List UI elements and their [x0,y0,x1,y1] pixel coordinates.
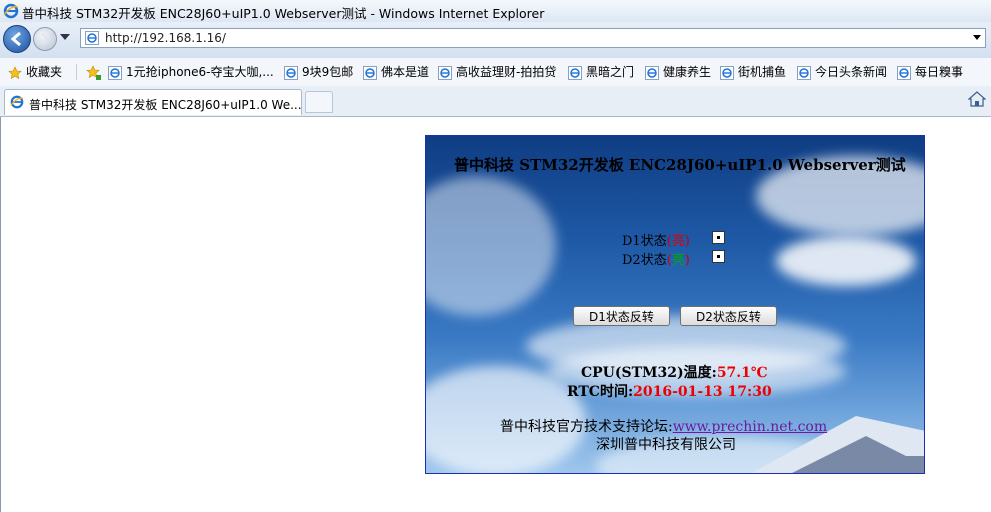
navigation-bar: http://192.168.1.16/ [0,22,991,58]
d2-state: 亮 [671,253,685,268]
ie-page-icon [363,65,377,80]
favorite-item[interactable]: 9块9包邮 [284,63,353,81]
favorite-label: 1元抢iphone6-夺宝大咖,... [126,65,274,79]
address-url[interactable]: http://192.168.1.16/ [105,31,226,45]
d2-paren-close: ) [684,253,690,268]
favorite-item[interactable]: 黑暗之门 [568,63,634,81]
d1-checkbox[interactable] [712,231,725,244]
favorite-label: 健康养生 [663,65,712,79]
d2-checkbox[interactable] [712,250,725,263]
window-title-bar: 普中科技 STM32开发板 ENC28J60+uIP1.0 Webserver测… [0,0,991,23]
page-title: 普中科技 STM32开发板 ENC28J60+uIP1.0 Webserver测… [454,156,906,174]
d1-status-label: D1状态 [622,234,667,249]
favorite-item[interactable]: 佛本是道 [363,63,429,81]
favorite-label: 9块9包邮 [302,65,354,79]
tab-active[interactable]: 普中科技 STM32开发板 ENC28J60+uIP1.0 We... [4,89,302,115]
favorite-label: 每日糗事 [915,65,964,79]
ie-page-icon [108,65,122,80]
ie-page-icon [797,65,811,80]
favorite-label: 今日头条新闻 [815,65,888,79]
favorite-item[interactable]: 街机捕鱼 [720,63,786,81]
forum-label: 普中科技官方技术支持论坛: [500,419,673,435]
history-dropdown-icon[interactable] [60,34,70,40]
favorite-item[interactable]: 高收益理财-拍拍贷 [438,63,556,81]
back-button[interactable] [3,25,31,53]
forum-line: 普中科技官方技术支持论坛:www.prechin.net.com [500,416,827,436]
d1-status: D1状态(亮) [622,230,690,249]
ie-logo-icon [3,3,19,19]
d2-status-label: D2状态 [622,253,667,268]
arrow-right-icon [41,33,50,45]
add-favorite-icon[interactable] [86,65,102,81]
toggle-d1-button[interactable]: D1状态反转 [573,306,670,326]
home-icon[interactable] [968,90,986,108]
ie-page-icon [438,65,452,80]
ie-page-icon [645,65,659,80]
page-icon [85,31,99,45]
favorite-label: 街机捕鱼 [738,65,787,79]
forum-link[interactable]: www.prechin.net.com [673,419,827,435]
ie-page-icon [897,65,911,80]
star-icon [8,65,22,79]
new-tab-button[interactable] [305,91,333,113]
tab-label: 普中科技 STM32开发板 ENC28J60+uIP1.0 We... [29,98,302,112]
company-name: 深圳普中科技有限公司 [596,437,736,453]
ie-logo-icon [10,95,24,109]
favorites-bar: 收藏夹 1元抢iphone6-夺宝大咖,... 9块9包邮 佛本是道 高收益理财… [0,58,991,87]
ie-page-icon [720,65,734,80]
favorite-label: 黑暗之门 [586,65,635,79]
favorites-divider [76,64,77,80]
toggle-d2-button[interactable]: D2状态反转 [680,306,777,326]
favorites-button[interactable]: 收藏夹 [8,63,62,81]
d2-status: D2状态(亮) [622,249,690,268]
favorite-item[interactable]: 今日头条新闻 [797,63,887,81]
webserver-panel: 普中科技 STM32开发板 ENC28J60+uIP1.0 Webserver测… [425,135,925,474]
rtc-time-value: 2016-01-13 17:30 [633,384,772,400]
favorites-label: 收藏夹 [26,65,63,79]
favorite-label: 高收益理财-拍拍贷 [456,65,557,79]
address-bar[interactable]: http://192.168.1.16/ [80,28,986,48]
favorite-item[interactable]: 每日糗事 [897,63,963,81]
tab-bar: 普中科技 STM32开发板 ENC28J60+uIP1.0 We... [0,86,991,117]
cpu-temperature: CPU(STM32)温度:57.1℃ [581,362,768,382]
arrow-left-icon [10,31,21,47]
ie-page-icon [568,65,582,80]
rtc-time-label: RTC时间: [567,384,634,400]
favorite-item[interactable]: 健康养生 [645,63,711,81]
rtc-time: RTC时间:2016-01-13 17:30 [567,381,772,401]
chevron-down-icon[interactable] [973,35,981,40]
forward-button[interactable] [33,27,57,51]
d1-paren-close: ) [684,234,690,249]
cpu-temperature-label: CPU(STM32)温度: [581,365,717,381]
ie-page-icon [284,65,298,80]
favorite-item[interactable]: 1元抢iphone6-夺宝大咖,... [108,63,274,81]
d1-state: 亮 [671,234,685,249]
cpu-temperature-value: 57.1℃ [716,365,768,381]
window-title: 普中科技 STM32开发板 ENC28J60+uIP1.0 Webserver测… [22,6,545,21]
favorite-label: 佛本是道 [381,65,430,79]
